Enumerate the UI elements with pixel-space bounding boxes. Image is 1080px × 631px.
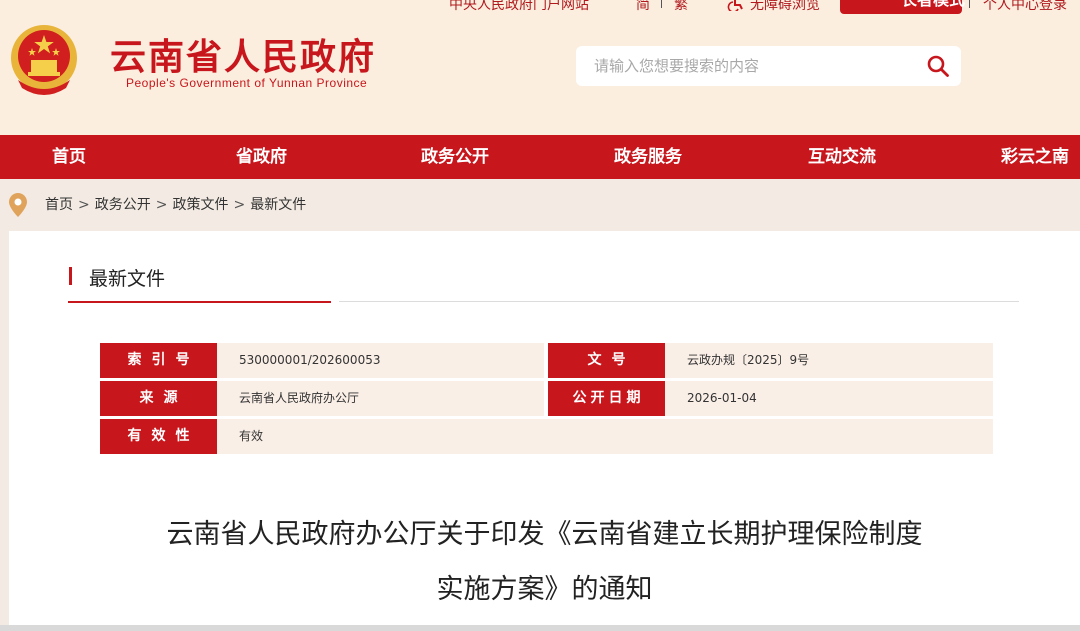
- site-header: 中央人民政府门户网站 简 繁 无障碍浏览 长者模式 个人中心登录: [0, 0, 1080, 135]
- metadata-row: 索引号 530000001/202600053 文号 云政办规〔2025〕9号: [100, 343, 993, 378]
- divider: [661, 0, 662, 8]
- traditional-chinese-link[interactable]: 繁: [674, 0, 688, 14]
- breadcrumb-trail: 首页 > 政务公开 > 政策文件 > 最新文件: [45, 194, 306, 214]
- validity-value: 有效: [217, 419, 993, 454]
- main-nav: 首页 省政府 政务公开 政务服务 互动交流 彩云之南: [0, 135, 1080, 179]
- divider: [969, 0, 970, 8]
- breadcrumb-separator: >: [155, 197, 168, 213]
- search-icon[interactable]: [926, 54, 950, 78]
- document-number-value: 云政办规〔2025〕9号: [665, 343, 993, 378]
- simplified-chinese-link[interactable]: 简: [636, 0, 650, 14]
- accessibility-link[interactable]: 无障碍浏览: [750, 0, 820, 14]
- nav-item-government-affairs[interactable]: 政务公开: [421, 135, 489, 179]
- metadata-row: 有效性 有效: [100, 419, 993, 454]
- section-accent-bar: [69, 267, 72, 285]
- breadcrumb-item-government-affairs[interactable]: 政务公开: [95, 197, 151, 213]
- index-number-label: 索引号: [100, 343, 217, 378]
- search-input[interactable]: [576, 46, 961, 86]
- location-pin-icon: [9, 193, 27, 217]
- document-title: 云南省人民政府办公厅关于印发《云南省建立长期护理保险制度 实施方案》的通知: [9, 507, 1080, 617]
- index-number-value: 530000001/202600053: [217, 343, 544, 378]
- central-portal-link[interactable]: 中央人民政府门户网站: [449, 0, 589, 14]
- document-title-line: 云南省人民政府办公厅关于印发《云南省建立长期护理保险制度: [166, 519, 923, 550]
- section-divider: [339, 301, 1019, 302]
- site-subtitle: People's Government of Yunnan Province: [126, 76, 368, 90]
- site-title[interactable]: 云南省人民政府: [110, 28, 376, 80]
- national-emblem-icon[interactable]: [8, 18, 80, 98]
- content-panel: 最新文件 索引号 530000001/202600053 文号 云政办规〔202…: [9, 231, 1080, 631]
- elder-mode-button[interactable]: 长者模式: [840, 0, 965, 14]
- metadata-row: 来源 云南省人民政府办公厅 公开日期 2026-01-04: [100, 381, 993, 416]
- section-underline: [68, 301, 331, 303]
- personal-center-link[interactable]: 个人中心登录: [983, 0, 1067, 14]
- section-title: 最新文件: [89, 268, 166, 290]
- breadcrumb-separator: >: [78, 197, 90, 213]
- source-value: 云南省人民政府办公厅: [217, 381, 544, 416]
- nav-item-colorful-yunnan[interactable]: 彩云之南: [1001, 135, 1069, 179]
- nav-item-provincial-government[interactable]: 省政府: [236, 135, 287, 179]
- elder-mode-label: 长者模式: [901, 0, 965, 14]
- breadcrumb-item-latest-documents[interactable]: 最新文件: [250, 197, 306, 213]
- document-title-line: 实施方案》的通知: [436, 574, 653, 605]
- breadcrumb-item-policy-documents[interactable]: 政策文件: [172, 197, 228, 213]
- nav-item-government-services[interactable]: 政务服务: [614, 135, 682, 179]
- nav-item-interaction[interactable]: 互动交流: [808, 135, 876, 179]
- bottom-scroll-edge: [0, 625, 1080, 631]
- validity-label: 有效性: [100, 419, 217, 454]
- publish-date-label: 公开日期: [548, 381, 665, 416]
- publish-date-value: 2026-01-04: [665, 381, 993, 416]
- breadcrumb: 首页 > 政务公开 > 政策文件 > 最新文件: [0, 180, 1080, 230]
- breadcrumb-item-home[interactable]: 首页: [45, 197, 73, 213]
- top-links-bar: 中央人民政府门户网站 简 繁 无障碍浏览 长者模式 个人中心登录: [0, 0, 1080, 18]
- nav-item-home[interactable]: 首页: [52, 135, 86, 179]
- accessibility-icon[interactable]: [727, 0, 744, 15]
- document-number-label: 文号: [548, 343, 665, 378]
- source-label: 来源: [100, 381, 217, 416]
- breadcrumb-separator: >: [233, 197, 246, 213]
